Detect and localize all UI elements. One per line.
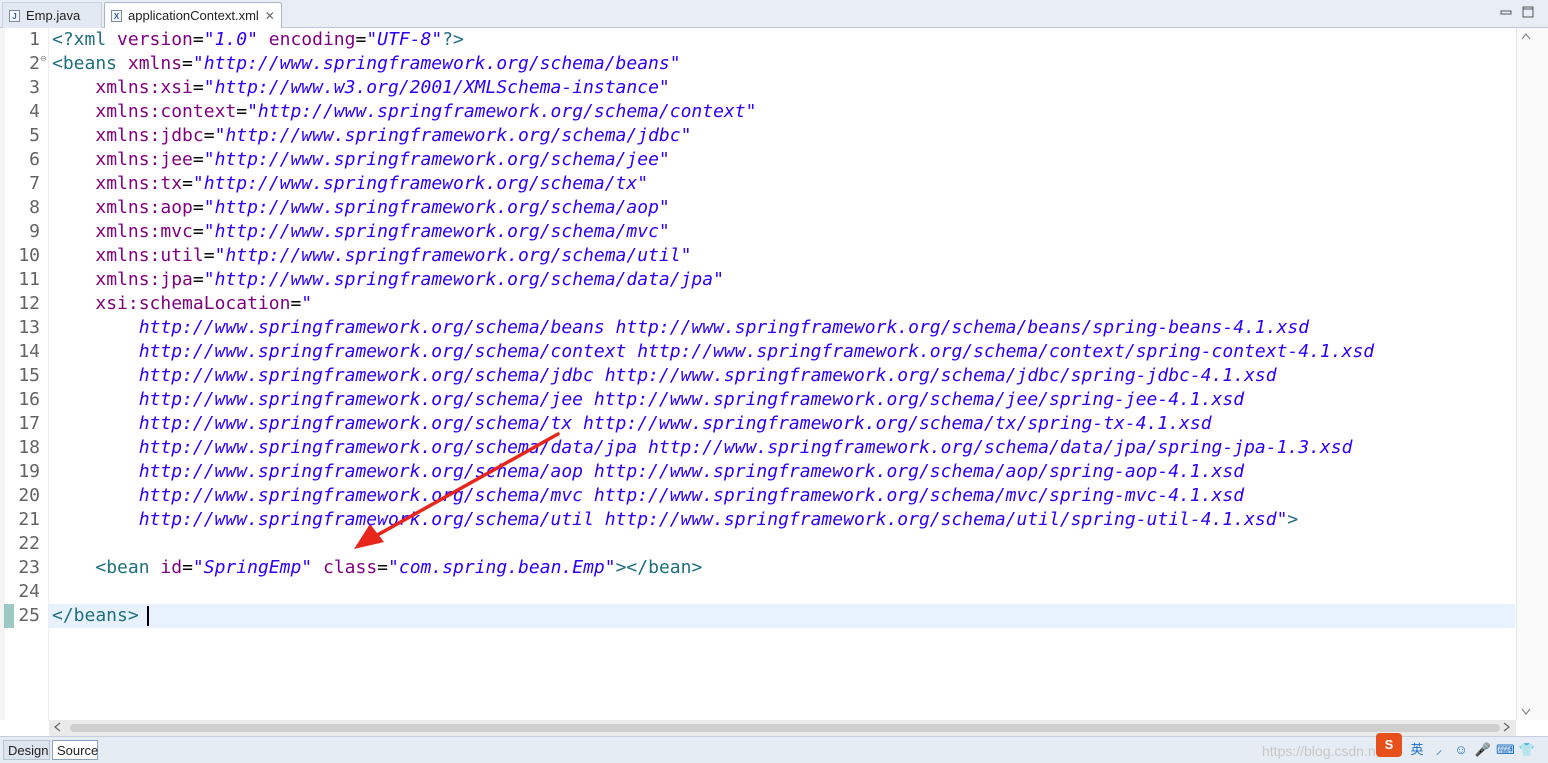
skin-icon[interactable]: 👕 — [1518, 741, 1536, 759]
microphone-icon[interactable]: 🎤 — [1474, 741, 1492, 759]
editor-tab-bar: J Emp.java X applicationContext.xml ✕ — [0, 0, 1548, 28]
annotation-arrow — [354, 432, 560, 549]
tab-design[interactable]: Design — [3, 740, 50, 760]
sogou-ime-icon[interactable]: S — [1376, 733, 1402, 757]
xml-source-editor[interactable]: 1 2 ⊖ 3 4 5 6 7 8 9 10 11 12 13 14 15 16 17 18 19 20 21 22 23 24… — [0, 28, 1548, 736]
ime-language-icon[interactable]: 英 — [1408, 741, 1426, 759]
java-file-icon: J — [9, 9, 20, 22]
maximize-icon[interactable] — [1522, 6, 1534, 18]
tab-label: Emp.java — [26, 8, 81, 23]
tab-label: applicationContext.xml — [128, 8, 259, 23]
tab-application-context-xml[interactable]: X applicationContext.xml ✕ — [104, 2, 282, 28]
xml-file-icon: X — [111, 9, 122, 22]
minimize-icon[interactable] — [1500, 6, 1512, 18]
tab-source[interactable]: Source — [52, 740, 98, 760]
emoji-icon[interactable]: ☺ — [1452, 741, 1470, 759]
close-icon[interactable]: ✕ — [265, 9, 275, 23]
keyboard-icon[interactable]: ⌨ — [1496, 741, 1515, 759]
punctuation-icon[interactable]: ⸝ — [1430, 741, 1448, 759]
editor-mode-bar: Design Source https://blog.csdn.net/... … — [0, 733, 1548, 763]
tab-emp-java[interactable]: J Emp.java — [2, 2, 102, 28]
